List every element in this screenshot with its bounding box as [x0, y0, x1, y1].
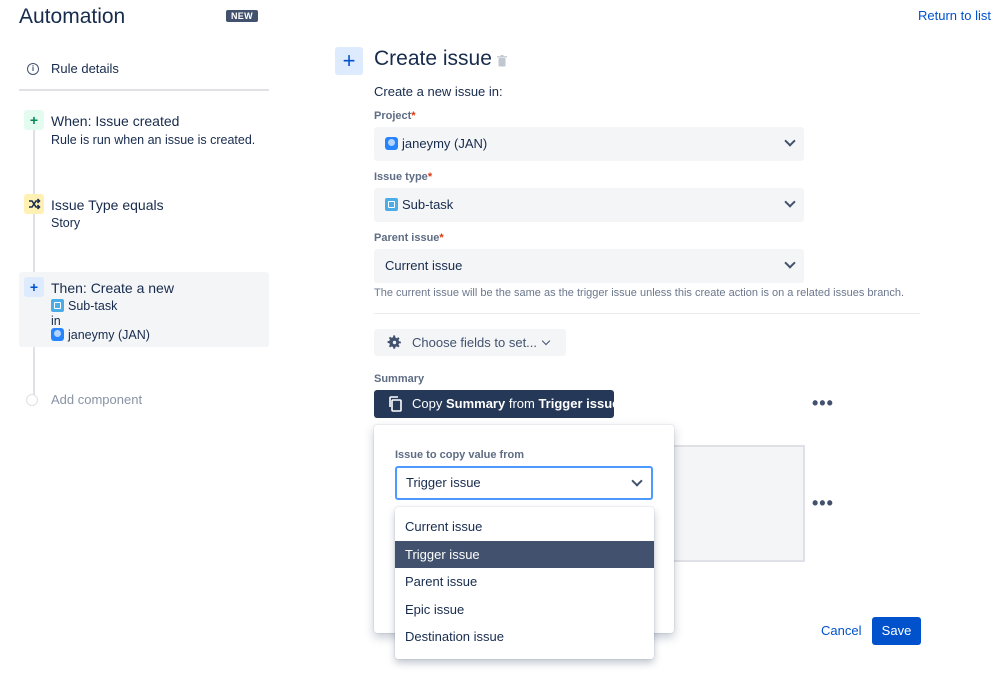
timeline-connector: [33, 130, 35, 396]
step-issue-type: Sub-task: [51, 299, 117, 313]
chevron-down-icon: [784, 196, 796, 208]
plus-icon: +: [24, 277, 44, 297]
plus-icon: +: [335, 47, 363, 75]
popup-label: Issue to copy value from: [395, 449, 524, 461]
option-parent-issue[interactable]: Parent issue: [395, 568, 654, 596]
issue-type-value: Sub-task: [402, 197, 454, 212]
choose-fields-button[interactable]: Choose fields to set...: [374, 329, 566, 356]
app-title: Automation: [19, 5, 126, 28]
project-label: Project*: [374, 110, 416, 122]
more-options-icon[interactable]: •••: [812, 393, 834, 414]
info-icon: i: [27, 63, 39, 75]
chevron-down-icon: [784, 135, 796, 147]
subtask-icon: [51, 299, 64, 312]
gear-icon: [387, 335, 401, 349]
option-trigger-issue[interactable]: Trigger issue: [395, 540, 654, 568]
step-subtitle: Story: [51, 216, 81, 230]
add-component-circle-icon: [26, 394, 38, 406]
parent-issue-label: Parent issue*: [374, 232, 444, 244]
issue-type-select[interactable]: Sub-task: [374, 188, 804, 222]
step-project: janeymy (JAN): [51, 328, 150, 342]
project-select[interactable]: janeymy (JAN): [374, 127, 804, 161]
issue-type-label: Issue type*: [374, 171, 433, 183]
parent-issue-value: Current issue: [385, 258, 463, 273]
step-title: Issue Type equals: [51, 197, 164, 213]
project-icon: [51, 328, 64, 341]
chevron-down-icon: [631, 475, 643, 487]
step-title: When: Issue created: [51, 113, 180, 129]
copy-summary-button[interactable]: Copy Summary from Trigger issue: [374, 390, 619, 418]
trash-icon[interactable]: [497, 55, 507, 67]
step-action[interactable]: + Then: Create a new Sub-task in janeymy…: [19, 272, 269, 347]
chevron-down-icon: [541, 336, 551, 346]
rule-details-item[interactable]: i Rule details: [19, 57, 269, 91]
new-badge: NEW: [226, 10, 258, 22]
add-component-link[interactable]: Add component: [51, 392, 142, 407]
subtask-icon: [385, 198, 398, 211]
summary-label: Summary: [374, 373, 425, 385]
parent-issue-help: The current issue will be the same as th…: [374, 287, 905, 299]
save-button[interactable]: Save: [872, 617, 921, 645]
copy-icon: [389, 396, 402, 412]
step-in-text: in: [51, 314, 61, 328]
chevron-down-icon: [784, 257, 796, 269]
step-subtitle: Rule is run when an issue is created.: [51, 133, 256, 147]
divider: [374, 313, 920, 314]
parent-issue-select[interactable]: Current issue: [374, 249, 804, 283]
option-current-issue[interactable]: Current issue: [395, 513, 654, 541]
cancel-button[interactable]: Cancel: [812, 617, 870, 645]
issue-source-select[interactable]: Trigger issue: [395, 466, 653, 500]
issue-source-dropdown: Current issue Trigger issue Parent issue…: [395, 507, 654, 659]
step-condition[interactable]: Issue Type equals Story: [19, 192, 269, 236]
option-epic-issue[interactable]: Epic issue: [395, 596, 654, 624]
create-lead-text: Create a new issue in:: [374, 84, 503, 99]
step-title: Then: Create a new: [51, 280, 174, 296]
plus-icon: +: [24, 110, 44, 130]
page-title: Create issue: [374, 47, 492, 70]
more-options-icon[interactable]: •••: [812, 493, 834, 514]
project-icon: [385, 137, 398, 150]
return-to-list-link[interactable]: Return to list: [918, 8, 991, 23]
option-destination-issue[interactable]: Destination issue: [395, 623, 654, 651]
description-field[interactable]: [672, 445, 805, 562]
issue-source-value: Trigger issue: [406, 475, 481, 490]
choose-fields-label: Choose fields to set...: [412, 335, 538, 350]
step-trigger[interactable]: + When: Issue created Rule is run when a…: [19, 108, 269, 152]
shuffle-icon: [24, 194, 44, 214]
rule-details-label: Rule details: [51, 61, 119, 76]
project-value: janeymy (JAN): [402, 136, 488, 151]
